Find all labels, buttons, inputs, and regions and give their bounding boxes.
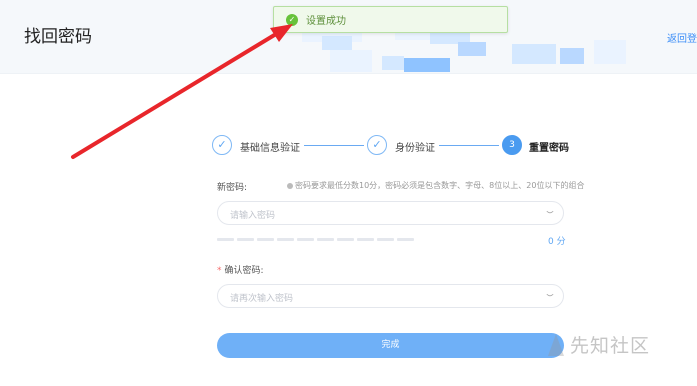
strength-segment	[397, 238, 414, 241]
new-password-label: 新密码:	[217, 183, 248, 193]
blurred-block	[512, 44, 556, 64]
step-1-label: 基础信息验证	[240, 143, 300, 154]
confirm-password-label: * 确认密码:	[217, 263, 264, 276]
blurred-block	[330, 50, 372, 72]
back-to-login-link[interactable]: 返回登	[667, 30, 697, 45]
page: 找回密码 返回登 ✓ 设置成功 ✓ 基础信息验证 ✓ 身份验证 3 重置密码 新…	[0, 0, 697, 386]
stepper: ✓ 基础信息验证 ✓ 身份验证 3 重置密码	[212, 135, 572, 157]
step-2-label: 身份验证	[395, 143, 435, 154]
step-3-number: 3	[502, 135, 522, 155]
blurred-block	[594, 40, 626, 64]
strength-segment	[217, 238, 234, 241]
step-connector	[439, 145, 499, 146]
required-mark: *	[217, 266, 222, 276]
strength-segment	[357, 238, 374, 241]
submit-button[interactable]: 完成	[217, 333, 564, 358]
password-hint-text: 密码要求最低分数10分，密码必须是包含数字、字母、8位以上、20位以下的组合	[295, 181, 585, 190]
toast-message: 设置成功	[306, 16, 346, 27]
blurred-block	[458, 42, 486, 56]
strength-segment	[277, 238, 294, 241]
confirm-password-placeholder: 请再次输入密码	[230, 294, 294, 304]
watermark-logo-icon	[548, 333, 564, 356]
eye-icon[interactable]	[546, 208, 554, 216]
confirm-password-input[interactable]: 请再次输入密码	[217, 284, 564, 308]
check-icon: ✓	[367, 135, 387, 155]
new-password-input[interactable]: 请输入密码	[217, 201, 564, 225]
strength-segment	[317, 238, 334, 241]
blurred-block	[560, 48, 584, 64]
success-toast: ✓ 设置成功	[273, 6, 508, 33]
watermark: 先知社区	[548, 331, 650, 358]
strength-segment	[337, 238, 354, 241]
check-circle-icon: ✓	[286, 13, 298, 26]
strength-segment	[237, 238, 254, 241]
info-icon	[287, 182, 293, 189]
strength-segment	[257, 238, 274, 241]
blurred-block	[382, 56, 404, 70]
password-strength-meter	[217, 238, 417, 241]
new-password-placeholder: 请输入密码	[230, 211, 276, 221]
password-score: 0 分	[548, 237, 566, 247]
strength-segment	[297, 238, 314, 241]
blurred-block	[404, 58, 450, 72]
strength-segment	[377, 238, 394, 241]
password-hint: 密码要求最低分数10分，密码必须是包含数字、字母、8位以上、20位以下的组合	[287, 180, 584, 191]
confirm-password-label-text: 确认密码:	[224, 266, 264, 276]
step-connector	[304, 145, 364, 146]
watermark-text: 先知社区	[570, 335, 651, 357]
page-title: 找回密码	[24, 27, 92, 47]
check-icon: ✓	[212, 135, 232, 155]
eye-icon[interactable]	[546, 291, 554, 299]
blurred-block	[322, 36, 352, 50]
step-3-label: 重置密码	[529, 143, 569, 154]
